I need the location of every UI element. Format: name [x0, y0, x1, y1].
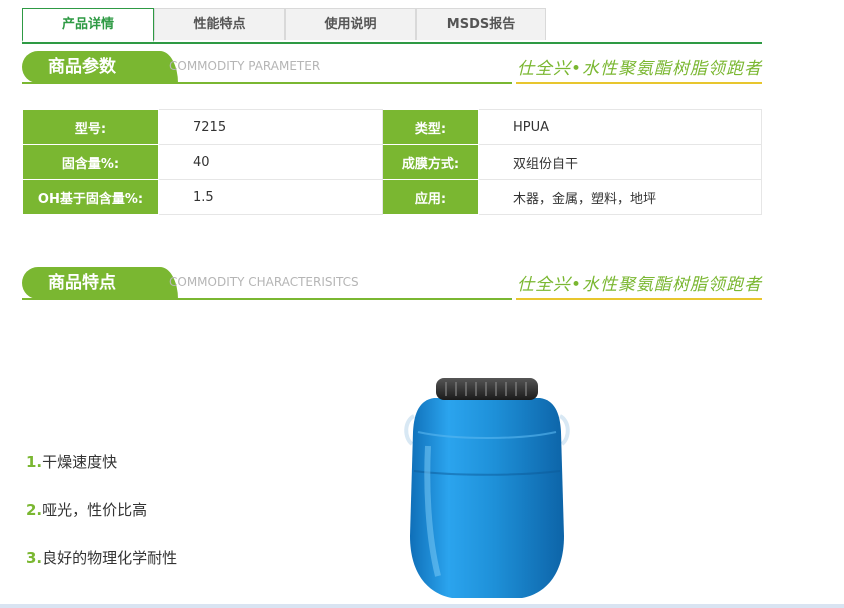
table-row: 固含量%: 40 成膜方式: 双组份自干 [22, 144, 762, 180]
param-label: 型号: [22, 109, 159, 145]
section-title: 商品参数 [22, 51, 178, 83]
section-underline [22, 298, 512, 300]
tab-product-details[interactable]: 产品详情 [22, 8, 154, 42]
feature-number: 1. [26, 453, 43, 471]
feature-number: 3. [26, 549, 43, 567]
feature-number: 2. [26, 501, 43, 519]
param-label: 类型: [382, 109, 479, 145]
param-label: OH基于固含量%: [22, 179, 159, 215]
section-underline [22, 82, 512, 84]
section-subtitle: COMMODITY PARAMETER [169, 59, 321, 73]
brand-slogan: 仕全兴•水性聚氨酯树脂领跑者 [516, 59, 762, 79]
slogan-underline [516, 298, 762, 300]
table-row: 型号: 7215 类型: HPUA [22, 109, 762, 145]
param-value: 双组份自干 [478, 144, 762, 180]
feature-item: 1.干燥速度快 [26, 451, 117, 472]
feature-text: 良好的物理化学耐性 [42, 549, 178, 567]
product-bucket-image [404, 378, 570, 598]
param-value: 40 [158, 144, 383, 180]
table-row: OH基于固含量%: 1.5 应用: 木器，金属，塑料，地坪 [22, 179, 762, 215]
param-label: 固含量%: [22, 144, 159, 180]
bottom-divider [0, 604, 844, 608]
feature-text: 哑光，性价比高 [42, 501, 148, 519]
param-value: 1.5 [158, 179, 383, 215]
section-header-params: 商品参数 COMMODITY PARAMETER 仕全兴•水性聚氨酯树脂领跑者 [22, 51, 762, 87]
param-label: 应用: [382, 179, 479, 215]
feature-item: 2.哑光，性价比高 [26, 499, 147, 520]
tab-msds[interactable]: MSDS报告 [416, 8, 546, 40]
param-value: HPUA [478, 109, 762, 145]
brand-slogan: 仕全兴•水性聚氨酯树脂领跑者 [516, 275, 762, 295]
feature-text: 干燥速度快 [42, 453, 118, 471]
tab-bar: 产品详情 性能特点 使用说明 MSDS报告 [22, 8, 762, 44]
tab-performance[interactable]: 性能特点 [154, 8, 285, 40]
section-header-features: 商品特点 COMMODITY CHARACTERISITCS 仕全兴•水性聚氨酯… [22, 267, 762, 303]
param-value: 木器，金属，塑料，地坪 [478, 179, 762, 215]
tab-instructions[interactable]: 使用说明 [285, 8, 416, 40]
section-title: 商品特点 [22, 267, 178, 299]
section-subtitle: COMMODITY CHARACTERISITCS [169, 275, 359, 289]
params-table: 型号: 7215 类型: HPUA 固含量%: 40 成膜方式: 双组份自干 O… [22, 109, 762, 215]
param-value: 7215 [158, 109, 383, 145]
feature-item: 3.良好的物理化学耐性 [26, 547, 177, 568]
param-label: 成膜方式: [382, 144, 479, 180]
slogan-underline [516, 82, 762, 84]
